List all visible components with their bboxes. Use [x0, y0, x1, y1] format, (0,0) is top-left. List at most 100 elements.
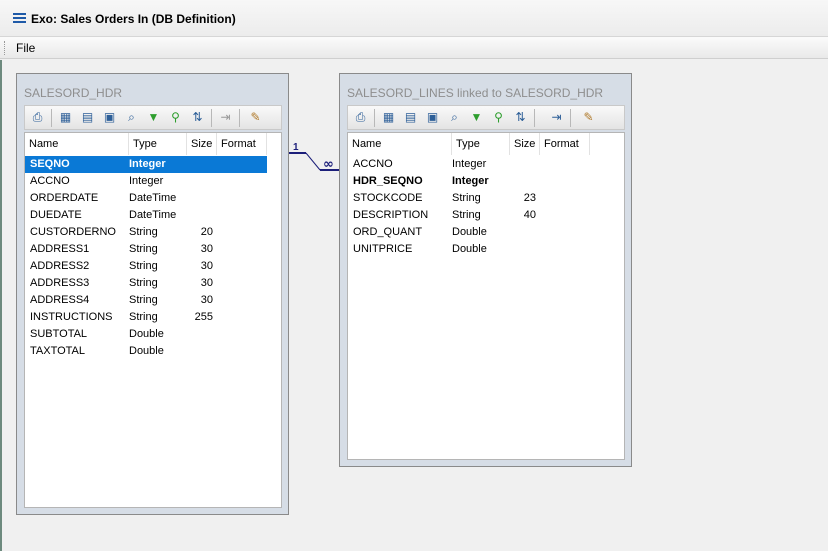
table-row[interactable]: DUEDATE DateTime: [25, 207, 267, 224]
table-row[interactable]: DESCRIPTION String 40: [348, 207, 624, 224]
import-icon[interactable]: ⇥: [548, 109, 565, 126]
field-type: String: [129, 277, 158, 289]
table-row[interactable]: INSTRUCTIONS String 255: [25, 309, 267, 326]
toolbar-separator: [211, 109, 212, 127]
field-size: 20: [200, 226, 213, 238]
calculator-icon[interactable]: ▣: [101, 109, 118, 126]
field-size: 30: [200, 260, 213, 272]
window-title: Exo: Sales Orders In (DB Definition): [31, 12, 236, 26]
field-name: HDR_SEQNO: [353, 175, 423, 187]
column-header-size[interactable]: Size: [510, 133, 540, 155]
toolbar-separator: [374, 109, 375, 127]
filter-icon[interactable]: ▼: [145, 109, 162, 126]
field-type: Double: [452, 243, 487, 255]
table-row[interactable]: SEQNO Integer: [25, 156, 267, 173]
grid-icon[interactable]: ▦: [380, 109, 397, 126]
table-row[interactable]: SUBTOTAL Double: [25, 326, 267, 343]
field-type: Integer: [452, 175, 489, 187]
field-name: ORD_QUANT: [353, 226, 423, 238]
table-row[interactable]: ADDRESS1 String 30: [25, 241, 267, 258]
field-name: ACCNO: [353, 158, 393, 170]
menu-bar: File: [0, 37, 828, 59]
table-row[interactable]: ORDERDATE DateTime: [25, 190, 267, 207]
field-name: STOCKCODE: [353, 192, 423, 204]
fields-grid: Name Type Size Format SEQNO Integer ACCNO I…: [24, 132, 282, 508]
column-header-type[interactable]: Type: [129, 133, 187, 155]
column-header-type[interactable]: Type: [452, 133, 510, 155]
import-icon[interactable]: ⇥: [217, 109, 234, 126]
field-name: SEQNO: [30, 158, 70, 170]
filter-icon[interactable]: ▼: [468, 109, 485, 126]
table-toolbar: ⎙ ▦ ▤ ▣ ⌕ ▼ ⚲ ⇅ ⇥ ✎: [347, 105, 625, 130]
field-type: String: [129, 243, 158, 255]
sort-icon[interactable]: ⇅: [512, 109, 529, 126]
field-name: ADDRESS2: [30, 260, 90, 272]
relationship-one-label: 1: [293, 142, 299, 153]
table-row[interactable]: TAXTOTAL Double: [25, 343, 267, 360]
title-bar: Exo: Sales Orders In (DB Definition): [0, 0, 828, 37]
table-row[interactable]: HDR_SEQNO Integer: [348, 173, 624, 190]
table-row[interactable]: ADDRESS2 String 30: [25, 258, 267, 275]
form-icon[interactable]: ▤: [79, 109, 96, 126]
field-size: 255: [194, 311, 213, 323]
field-type: DateTime: [129, 192, 177, 204]
field-size: 23: [523, 192, 536, 204]
filter-search-icon[interactable]: ⚲: [490, 109, 507, 126]
search-icon[interactable]: ⌕: [123, 109, 140, 126]
table-title: SALESORD_HDR: [24, 86, 123, 100]
preview-icon[interactable]: ⎙: [29, 109, 46, 126]
column-header-format[interactable]: Format: [540, 133, 590, 155]
field-type: Double: [129, 345, 164, 357]
grid-icon[interactable]: ▦: [57, 109, 74, 126]
field-name: ORDERDATE: [30, 192, 99, 204]
column-header-name[interactable]: Name: [25, 133, 129, 155]
table-row[interactable]: ACCNO Integer: [25, 173, 267, 190]
toolbar-separator: [51, 109, 52, 127]
relationship-many-label: ∞: [323, 157, 334, 172]
form-icon[interactable]: ▤: [402, 109, 419, 126]
table-toolbar: ⎙ ▦ ▤ ▣ ⌕ ▼ ⚲ ⇅ ⇥ ✎: [24, 105, 282, 130]
column-header-format[interactable]: Format: [217, 133, 267, 155]
field-size: 40: [523, 209, 536, 221]
field-type: Integer: [129, 158, 166, 170]
field-name: SUBTOTAL: [30, 328, 88, 340]
field-name: DUEDATE: [30, 209, 82, 221]
table-panel-salesord-lines[interactable]: SALESORD_LINES linked to SALESORD_HDR ⎙ …: [339, 73, 632, 467]
field-type: Integer: [129, 175, 164, 187]
menu-file[interactable]: File: [16, 41, 35, 55]
search-icon[interactable]: ⌕: [446, 109, 463, 126]
field-name: ADDRESS1: [30, 243, 90, 255]
edit-notes-icon[interactable]: ✎: [247, 109, 264, 126]
filter-search-icon[interactable]: ⚲: [167, 109, 184, 126]
field-size: 30: [200, 243, 213, 255]
field-type: String: [129, 260, 158, 272]
preview-icon[interactable]: ⎙: [352, 109, 369, 126]
field-size: 30: [200, 277, 213, 289]
field-type: String: [452, 209, 481, 221]
toolbar-grip: [4, 41, 7, 55]
toolbar-separator: [534, 109, 535, 127]
table-row[interactable]: ADDRESS4 String 30: [25, 292, 267, 309]
sort-icon[interactable]: ⇅: [189, 109, 206, 126]
field-name: TAXTOTAL: [30, 345, 86, 357]
toolbar-separator: [239, 109, 240, 127]
table-row[interactable]: CUSTORDERNO String 20: [25, 224, 267, 241]
table-row[interactable]: ADDRESS3 String 30: [25, 275, 267, 292]
list-icon: [13, 13, 26, 23]
field-name: ADDRESS4: [30, 294, 90, 306]
left-edge-strip: [0, 60, 2, 551]
table-row[interactable]: STOCKCODE String 23: [348, 190, 624, 207]
table-row[interactable]: ORD_QUANT Double: [348, 224, 624, 241]
table-panel-salesord-hdr[interactable]: SALESORD_HDR ⎙ ▦ ▤ ▣ ⌕ ▼ ⚲ ⇅ ⇥ ✎ Name Ty…: [16, 73, 289, 515]
table-row[interactable]: ACCNO Integer: [348, 156, 624, 173]
calculator-icon[interactable]: ▣: [424, 109, 441, 126]
field-name: INSTRUCTIONS: [30, 311, 113, 323]
column-header-name[interactable]: Name: [348, 133, 452, 155]
field-type: String: [129, 226, 158, 238]
field-type: Double: [129, 328, 164, 340]
edit-notes-icon[interactable]: ✎: [580, 109, 597, 126]
table-row[interactable]: UNITPRICE Double: [348, 241, 624, 258]
toolbar-separator: [570, 109, 571, 127]
relationship-connector: 1 ∞: [289, 142, 340, 172]
column-header-size[interactable]: Size: [187, 133, 217, 155]
